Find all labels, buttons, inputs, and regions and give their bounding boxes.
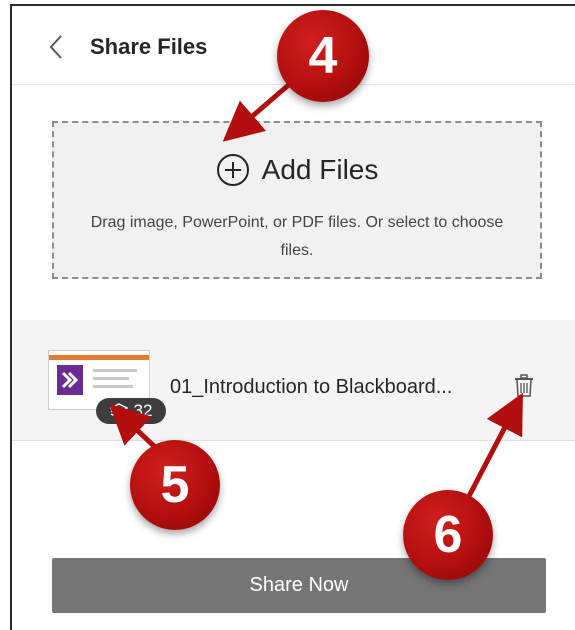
list-item: 32 01_Introduction to Blackboard... <box>12 320 575 441</box>
add-files-button[interactable]: Add Files <box>54 153 540 187</box>
slide-count: 32 <box>133 401 153 420</box>
file-name: 01_Introduction to Blackboard... <box>170 376 453 398</box>
delete-file-button[interactable] <box>509 370 539 402</box>
file-drop-zone[interactable]: Add Files Drag image, PowerPoint, or PDF… <box>52 121 542 279</box>
callout-4: 4 <box>277 10 369 102</box>
slide-count-badge: 32 <box>96 398 166 424</box>
back-button[interactable] <box>42 30 70 64</box>
chevron-left-icon <box>49 35 62 59</box>
callout-6: 6 <box>403 490 493 580</box>
blackboard-logo-icon <box>57 365 83 395</box>
thumbnail-text-line <box>93 369 137 372</box>
callout-5: 5 <box>130 440 220 530</box>
layers-icon <box>109 403 128 419</box>
drop-hint-text: Drag image, PowerPoint, or PDF files. Or… <box>90 214 504 259</box>
thumbnail-text-line <box>93 385 133 388</box>
plus-circle-icon <box>216 154 249 186</box>
page-title: Share Files <box>90 34 208 59</box>
add-files-label: Add Files <box>261 154 379 185</box>
trash-icon <box>515 374 533 397</box>
thumbnail-accent-bar <box>49 355 149 360</box>
thumbnail-text-line <box>93 377 129 380</box>
